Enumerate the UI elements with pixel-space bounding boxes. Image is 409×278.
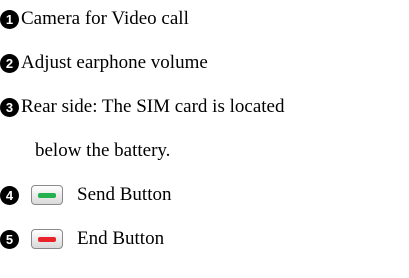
list-item-rear-side: 3 Rear side: The SIM card is located <box>0 96 284 118</box>
number-badge: 4 <box>0 185 19 205</box>
number-badge: 1 <box>0 9 19 29</box>
number-badge: 2 <box>0 53 19 73</box>
item-text: Camera for Video call <box>21 8 189 29</box>
end-key-icon <box>31 229 63 249</box>
item-text: Adjust earphone volume <box>21 52 208 73</box>
list-item-earphone-volume: 2 Adjust earphone volume <box>0 52 208 74</box>
send-key-icon <box>31 185 63 205</box>
item-text: End Button <box>77 228 165 249</box>
item-text: Rear side: The SIM card is located <box>21 96 285 117</box>
item-text-continuation: below the battery. <box>35 140 171 161</box>
list-item-send-button: 4 Send Button <box>0 184 171 206</box>
list-item-camera: 1 Camera for Video call <box>0 8 189 30</box>
list-item-end-button: 5 End Button <box>0 228 164 250</box>
feature-list: 1 Camera for Video call 2 Adjust earphon… <box>0 0 409 278</box>
number-badge: 5 <box>0 229 19 249</box>
number-badge: 3 <box>0 97 19 117</box>
item-text: Send Button <box>77 184 172 205</box>
end-key-bar <box>38 236 56 242</box>
send-key-bar <box>38 192 56 198</box>
